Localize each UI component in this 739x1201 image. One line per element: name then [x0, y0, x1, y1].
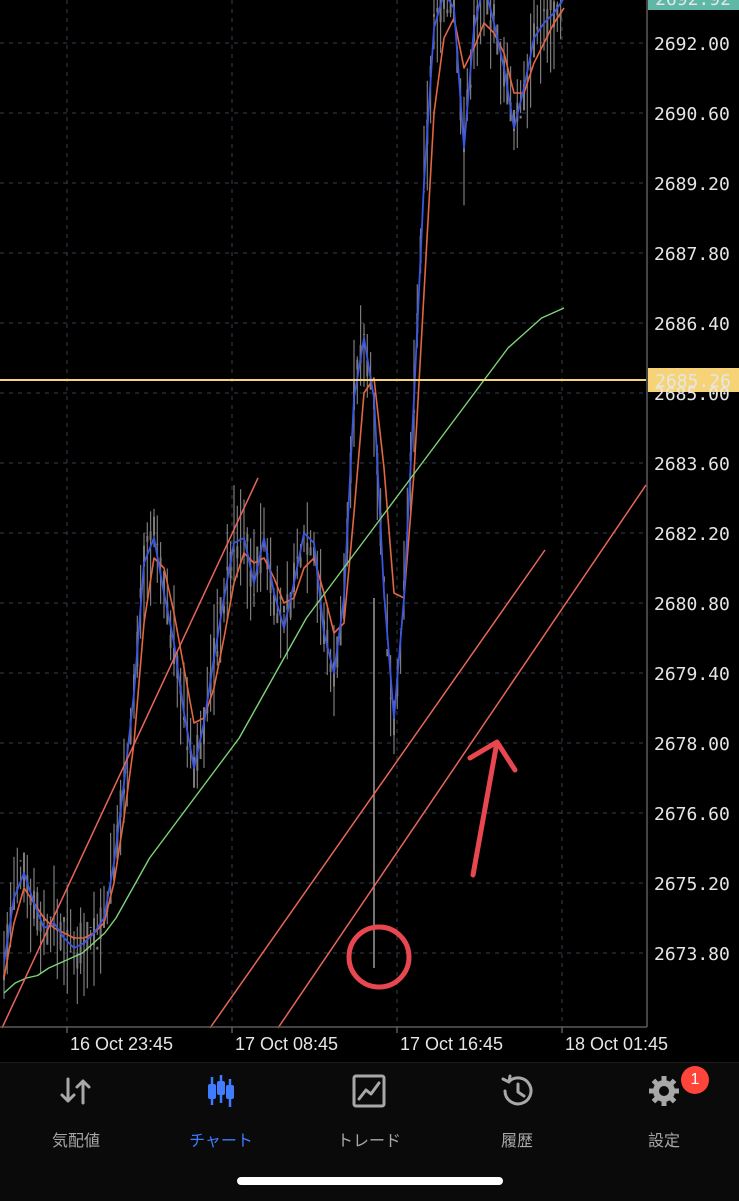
annotation-circle — [346, 924, 412, 990]
history-clock-icon — [501, 1074, 533, 1106]
axes: 2692.00 2690.60 2689.20 2687.80 2686.40 2685.… — [0, 0, 730, 1054]
top-price-label: 2692.92 — [655, 0, 731, 10]
x-tick-label: 17 Oct 16:45 — [400, 1034, 503, 1054]
candle-body — [146, 536, 149, 542]
candle-body — [356, 359, 359, 370]
tab-history[interactable]: 履歴 — [462, 1073, 572, 1153]
candle-body — [253, 594, 255, 596]
candle-body — [226, 566, 229, 571]
y-tick-label: 2682.20 — [654, 524, 730, 545]
tab-history-label: 履歴 — [500, 1131, 533, 1150]
x-tick-label: 16 Oct 23:45 — [70, 1034, 173, 1054]
candle-body — [153, 516, 155, 536]
candle-body — [59, 922, 62, 950]
home-indicator[interactable] — [237, 1177, 503, 1185]
settings-gear-icon — [649, 1076, 679, 1106]
trendlines — [1, 477, 647, 1029]
candle-body — [363, 333, 365, 335]
trade-chart-icon — [352, 1074, 386, 1108]
candle-body — [549, 0, 552, 11]
x-tick-label: 17 Oct 08:45 — [235, 1034, 338, 1054]
candle-body — [169, 634, 172, 648]
candle-body — [19, 860, 22, 862]
y-tick-label: 2686.40 — [654, 314, 730, 335]
y-tick-label: 2685.00 — [654, 384, 730, 405]
y-tick-label: 2679.40 — [654, 664, 730, 685]
price-chart[interactable]: 2685.262692.92 2692.00 2690.60 2689.20 2687… — [0, 0, 739, 1060]
candle-body — [126, 771, 129, 773]
trendline-channel-lower — [277, 484, 647, 1029]
tab-quotes[interactable]: 気配値 — [21, 1073, 131, 1153]
tab-quotes-label: 気配値 — [51, 1131, 100, 1150]
candle-body — [493, 4, 495, 16]
candle-body — [149, 531, 152, 541]
chart-grid — [0, 0, 646, 1027]
x-tick-label: 18 Oct 01:45 — [565, 1034, 668, 1054]
candle-body — [236, 546, 239, 559]
annotation-arrow — [467, 739, 518, 878]
candle-body — [309, 547, 312, 556]
quotes-arrows-icon — [60, 1077, 91, 1105]
candle-body — [539, 42, 542, 44]
candle-body — [49, 916, 52, 919]
candle-body — [96, 946, 99, 950]
ma-line-blue — [3, 0, 564, 964]
y-tick-label: 2690.60 — [654, 104, 730, 125]
candle-body — [519, 115, 522, 119]
candle-body — [299, 557, 302, 567]
candle-body — [536, 26, 539, 30]
candle-body — [283, 605, 285, 613]
candle-body — [276, 613, 279, 624]
y-tick-label: 2676.60 — [654, 804, 730, 825]
candle-body — [79, 922, 82, 964]
candle-body — [389, 697, 392, 699]
candle-body — [296, 557, 299, 559]
chart-canvas[interactable]: 2685.262692.92 2692.00 2690.60 2689.20 2687… — [0, 0, 739, 1060]
ma-line-green — [3, 307, 565, 994]
candle-body — [69, 951, 72, 953]
candle-body — [433, 14, 435, 17]
trendline-steep — [1, 477, 259, 1029]
y-tick-label: 2687.80 — [654, 244, 730, 265]
y-tick-label: 2689.20 — [654, 174, 730, 195]
chart-candles-icon — [208, 1075, 234, 1107]
candle-body — [156, 543, 159, 546]
candle-body — [306, 542, 309, 555]
tab-chart-label: チャート — [189, 1131, 253, 1150]
candle-body — [63, 916, 65, 922]
y-tick-label: 2692.00 — [654, 34, 730, 55]
tab-settings[interactable]: 1 設定 — [609, 1066, 719, 1153]
candle-body — [443, 0, 445, 9]
y-tick-label: 2673.80 — [654, 944, 730, 965]
candle-body — [543, 9, 545, 12]
tab-settings-label: 設定 — [647, 1131, 680, 1150]
tab-chart[interactable]: チャート — [166, 1073, 276, 1153]
y-tick-label: 2678.00 — [654, 734, 730, 755]
tab-trade-label: トレード — [336, 1131, 401, 1150]
current-price-line: 2685.262692.92 — [0, 0, 739, 392]
candle-body — [186, 746, 189, 751]
candle-body — [89, 927, 92, 929]
y-tick-label: 2675.20 — [654, 874, 730, 895]
candle-body — [23, 852, 25, 887]
tab-trade[interactable]: トレード — [314, 1073, 424, 1153]
candle-body — [499, 39, 502, 41]
candle-body — [246, 533, 249, 542]
candle-body — [216, 651, 219, 657]
candle-body — [446, 9, 449, 14]
y-tick-label: 2683.60 — [654, 454, 730, 475]
trendline-channel-upper — [209, 549, 546, 1029]
settings-notification-badge: 1 — [681, 1066, 709, 1094]
y-tick-label: 2680.80 — [654, 594, 730, 615]
